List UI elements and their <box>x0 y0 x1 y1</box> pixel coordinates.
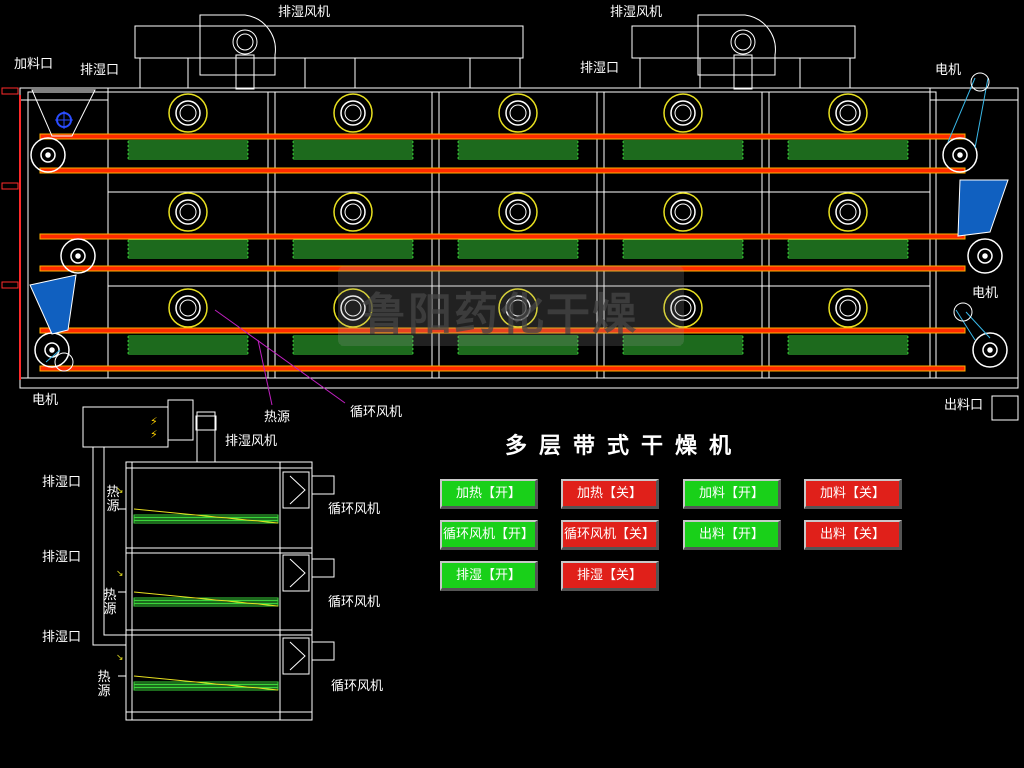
heat-off-button[interactable]: 加热【关】 <box>561 479 659 509</box>
exhaust-on-button[interactable]: 排湿【开】 <box>440 561 538 591</box>
circulation-fan-icon <box>663 93 703 133</box>
heater-coil <box>292 239 414 243</box>
transfer-chute-right <box>957 179 1009 237</box>
svg-text:↘: ↘ <box>116 569 124 579</box>
circ-fan-off-button[interactable]: 循环风机【关】 <box>561 520 659 550</box>
circulation-fan-icon <box>498 192 538 232</box>
circulation-fan-icon <box>168 288 208 328</box>
heater-coil <box>127 239 249 243</box>
heater-coil <box>622 239 744 243</box>
exhaust-off-button[interactable]: 排湿【关】 <box>561 561 659 591</box>
label-exhaust-port-left: 排湿口 <box>80 63 120 78</box>
conveyor-belt <box>39 167 966 174</box>
circ-fan-on-button[interactable]: 循环风机【开】 <box>440 520 538 550</box>
heater-coil <box>787 239 909 243</box>
heater-coil <box>457 140 579 144</box>
heater-coil <box>292 140 414 144</box>
heater-coil <box>787 335 909 339</box>
heat-on-button[interactable]: 加热【开】 <box>440 479 538 509</box>
label-motor-top-right: 电机 <box>935 63 962 78</box>
side-levels: ↘↘↘ <box>116 471 335 691</box>
svg-text:⚡: ⚡ <box>150 428 158 441</box>
circulation-fan-icon <box>498 93 538 133</box>
circulation-fan-icon <box>828 93 868 133</box>
label-side-circ-fan-2: 循环风机 <box>328 595 381 610</box>
discharge-off-button[interactable]: 出料【关】 <box>804 520 902 550</box>
circulation-fan-icon <box>828 288 868 328</box>
exhaust-fan-housing-right <box>697 14 776 76</box>
label-side-exhaust-port-3: 排湿口 <box>42 630 82 645</box>
circulation-fan-icon <box>333 93 373 133</box>
exhaust-duct-left <box>134 25 524 59</box>
label-side-heat-source-2: 热源 <box>103 588 117 617</box>
feed-on-button[interactable]: 加料【开】 <box>683 479 781 509</box>
label-motor-bottom-left: 电机 <box>32 393 59 408</box>
feed-off-button[interactable]: 加料【关】 <box>804 479 902 509</box>
side-fan-motor <box>311 558 335 578</box>
watermark-text: 鲁阳药化干燥 <box>362 289 638 340</box>
label-exhaust-fan-left: 排湿风机 <box>278 5 331 20</box>
label-side-circ-fan-1: 循环风机 <box>328 502 381 517</box>
label-discharge-port: 出料口 <box>944 398 984 413</box>
label-exhaust-port-right: 排湿口 <box>580 61 620 76</box>
svg-text:↘: ↘ <box>116 653 124 663</box>
discharge-port <box>991 395 1019 421</box>
circulation-fan-icon <box>663 192 703 232</box>
label-side-exhaust-fan: 排湿风机 <box>225 434 278 449</box>
callout-circ-fan <box>214 309 346 404</box>
side-fan-motor <box>311 641 335 661</box>
label-side-circ-fan-3: 循环风机 <box>331 679 384 694</box>
dryer-schematic: ↘↘↘ ⚡ ⚡ <box>1 14 1019 721</box>
circulation-fan-icon <box>333 192 373 232</box>
svg-text:⚡: ⚡ <box>150 415 158 428</box>
transfer-chute-left <box>29 274 77 335</box>
conveyor-belt <box>39 233 966 240</box>
circulation-fan-icon <box>828 192 868 232</box>
side-fan-motor <box>311 475 335 495</box>
label-exhaust-fan-right: 排湿风机 <box>610 5 663 20</box>
side-view <box>82 399 313 721</box>
label-heat-source: 热源 <box>264 410 291 425</box>
label-side-heat-source-3: 热源 <box>97 670 111 699</box>
circulation-fan-icon <box>168 192 208 232</box>
label-side-exhaust-port-2: 排湿口 <box>42 550 82 565</box>
label-circulation-fan: 循环风机 <box>350 405 403 420</box>
label-feed-port: 加料口 <box>14 57 54 72</box>
heater-coil <box>127 140 249 144</box>
heater-coil <box>787 140 909 144</box>
heater-coil <box>127 335 249 339</box>
circulation-fan-icon <box>168 93 208 133</box>
conveyor-belt <box>39 365 966 372</box>
label-side-exhaust-port-1: 排湿口 <box>42 475 82 490</box>
heater-coil <box>622 140 744 144</box>
page-title: 多层带式干燥机 <box>505 434 744 459</box>
heater-coil <box>457 239 579 243</box>
exhaust-duct-right <box>631 25 856 59</box>
label-side-heat-source-1: 热源 <box>106 485 120 514</box>
conveyor-belt <box>39 133 966 140</box>
discharge-on-button[interactable]: 出料【开】 <box>683 520 781 550</box>
label-motor-right: 电机 <box>972 286 999 301</box>
